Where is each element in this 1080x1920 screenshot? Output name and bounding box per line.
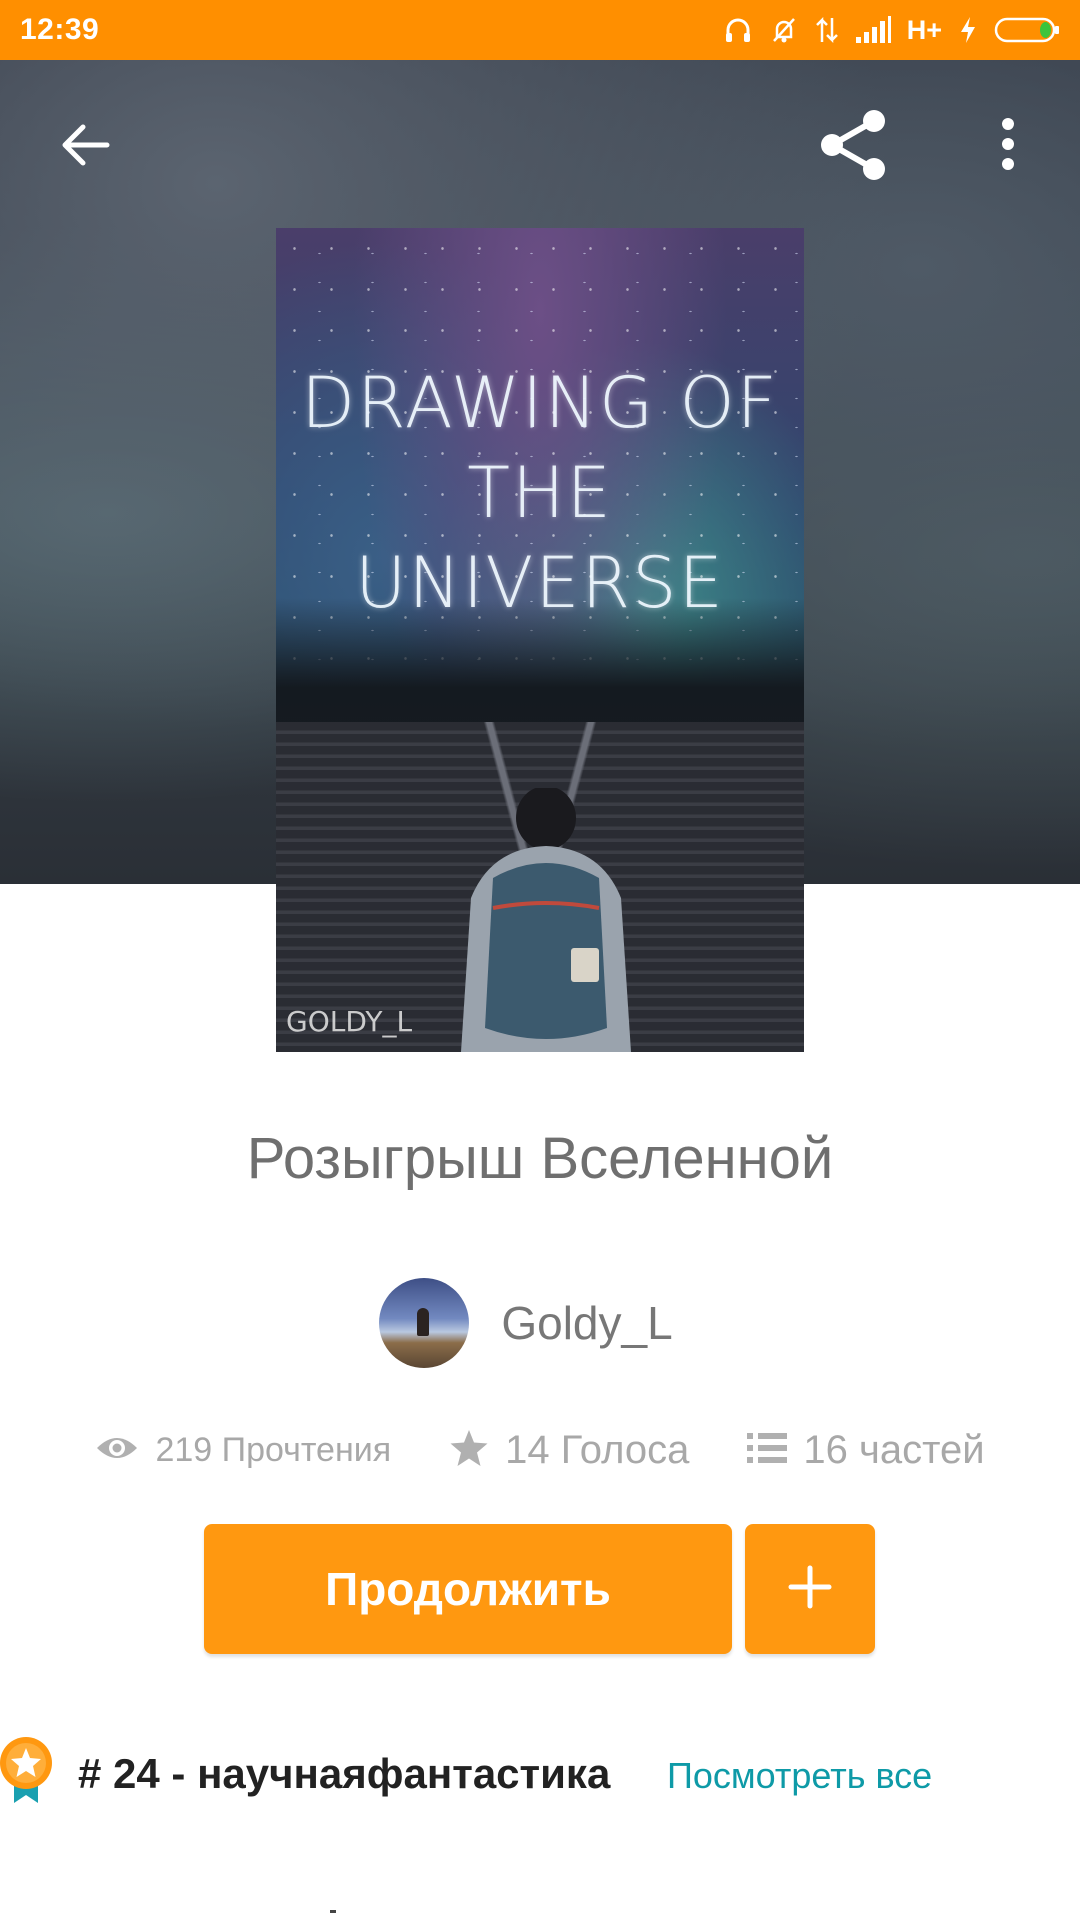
cover-author-mark: GOLDY_L [286, 1005, 413, 1038]
add-to-library-button[interactable] [745, 1524, 875, 1654]
plus-icon [787, 1564, 833, 1615]
avatar[interactable] [379, 1278, 470, 1368]
stat-parts: 16 частей [747, 1427, 985, 1473]
ranking-text: # 24 - научнаяфантастика [78, 1750, 611, 1797]
stat-votes: 14 Голоса [449, 1428, 689, 1473]
charging-icon [958, 15, 978, 45]
more-vert-icon[interactable] [990, 108, 1026, 180]
cover-title: DRAWING OF THE UNIVERSE [276, 358, 804, 628]
book-cover[interactable]: DRAWING OF THE UNIVERSE GOLDY_L [276, 228, 804, 1052]
share-icon[interactable] [808, 105, 898, 185]
headset-icon [723, 15, 753, 45]
eye-icon [95, 1433, 139, 1468]
battery-icon [994, 15, 1060, 45]
stat-parts-text: 16 частей [803, 1427, 985, 1472]
story-title: Розыгрыш Вселенной [246, 1126, 834, 1191]
data-arrows-icon [815, 15, 839, 45]
author-row[interactable]: Goldy_L [0, 1278, 1080, 1368]
back-arrow-icon[interactable] [50, 110, 120, 180]
signal-icon [855, 15, 891, 45]
story-stats: 219 Прочтения 14 Голоса 16 частей [0, 1420, 1080, 1480]
continue-button[interactable]: Продолжить [204, 1524, 732, 1654]
continue-button-label: Продолжить [325, 1563, 611, 1615]
stat-reads-text: 219 Прочтения [155, 1430, 392, 1469]
stat-votes-text: 14 Голоса [505, 1427, 690, 1472]
stat-reads: 219 Прочтения [95, 1431, 391, 1470]
status-time: 12:39 [20, 13, 100, 46]
status-icons: H+ [723, 15, 1060, 46]
cover-title-line1: DRAWING OF [301, 362, 779, 444]
list-icon [747, 1431, 788, 1470]
star-icon [449, 1428, 489, 1473]
network-type: H+ [906, 14, 942, 45]
ranking-row: # 24 - научнаяфантастика Посмотреть все [0, 1735, 1080, 1825]
status-bar: 12:39 H+ [0, 0, 1080, 60]
bell-off-icon [769, 15, 799, 45]
see-all-link[interactable]: Посмотреть все [667, 1755, 932, 1797]
bottom-divider-mark [330, 1910, 336, 1913]
cover-title-line2: THE UNIVERSE [355, 452, 725, 624]
cover-person-illustration [461, 788, 631, 1052]
author-name[interactable]: Goldy_L [501, 1296, 672, 1350]
ranking-badge-icon [0, 1735, 56, 1807]
